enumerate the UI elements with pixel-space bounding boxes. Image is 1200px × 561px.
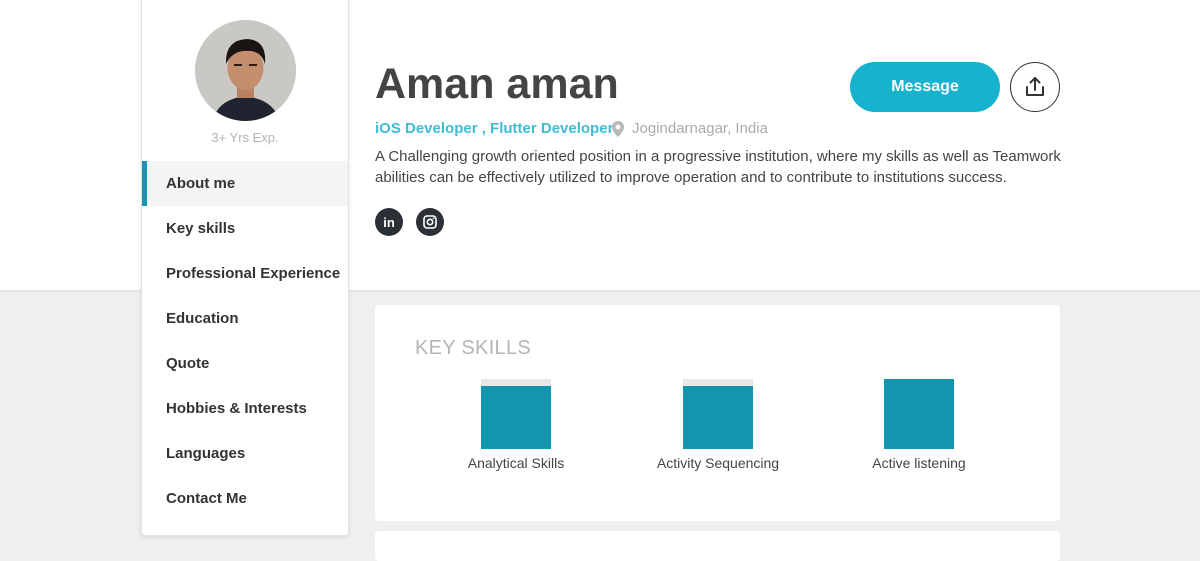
key-skills-card: KEY SKILLS Analytical Skills Activity Se… — [375, 305, 1060, 521]
sidebar-item-quote[interactable]: Quote — [142, 341, 348, 386]
profile-bio: A Challenging growth oriented position i… — [375, 148, 1061, 186]
skill-bar-fill — [683, 386, 753, 449]
next-section-card — [375, 531, 1060, 561]
profile-name: Aman aman — [375, 60, 619, 108]
instagram-button[interactable] — [416, 208, 444, 236]
share-button[interactable] — [1010, 62, 1060, 112]
linkedin-button[interactable]: in — [375, 208, 403, 236]
avatar — [195, 20, 296, 121]
skill-item: Analytical Skills — [436, 379, 596, 479]
skill-bar-track — [683, 379, 753, 449]
skill-bar-track — [884, 379, 954, 449]
skill-bar-fill — [481, 386, 551, 449]
sidebar: 3+ Yrs Exp. About me Key skills Professi… — [141, 0, 349, 536]
skill-item: Activity Sequencing — [638, 379, 798, 479]
skill-bar-track — [481, 379, 551, 449]
skill-label: Active listening — [872, 455, 966, 471]
skill-bar-fill — [884, 379, 954, 449]
sidebar-item-key-skills[interactable]: Key skills — [142, 206, 348, 251]
linkedin-icon: in — [383, 214, 395, 230]
sidebar-nav: About me Key skills Professional Experie… — [142, 161, 348, 521]
profile-location: Jogindarnagar, India — [612, 120, 768, 137]
location-text: Jogindarnagar, India — [632, 120, 768, 137]
sidebar-item-about-me[interactable]: About me — [142, 161, 348, 206]
sidebar-item-education[interactable]: Education — [142, 296, 348, 341]
sidebar-item-languages[interactable]: Languages — [142, 431, 348, 476]
sidebar-item-contact-me[interactable]: Contact Me — [142, 476, 348, 521]
key-skills-title: KEY SKILLS — [415, 337, 532, 359]
profile-roles: iOS Developer , Flutter Developer — [375, 120, 614, 137]
experience-text: 3+ Yrs Exp. — [211, 130, 279, 145]
sidebar-item-hobbies-interests[interactable]: Hobbies & Interests — [142, 386, 348, 431]
location-pin-icon — [612, 120, 624, 137]
sidebar-item-professional-experience[interactable]: Professional Experience — [142, 251, 348, 296]
skill-label: Analytical Skills — [467, 455, 565, 471]
instagram-icon — [423, 215, 437, 229]
skill-label: Activity Sequencing — [656, 455, 780, 471]
message-button[interactable]: Message — [850, 62, 1000, 112]
share-upload-icon — [1026, 77, 1044, 96]
skill-item: Active listening — [839, 379, 999, 479]
avatar-image — [195, 20, 296, 121]
